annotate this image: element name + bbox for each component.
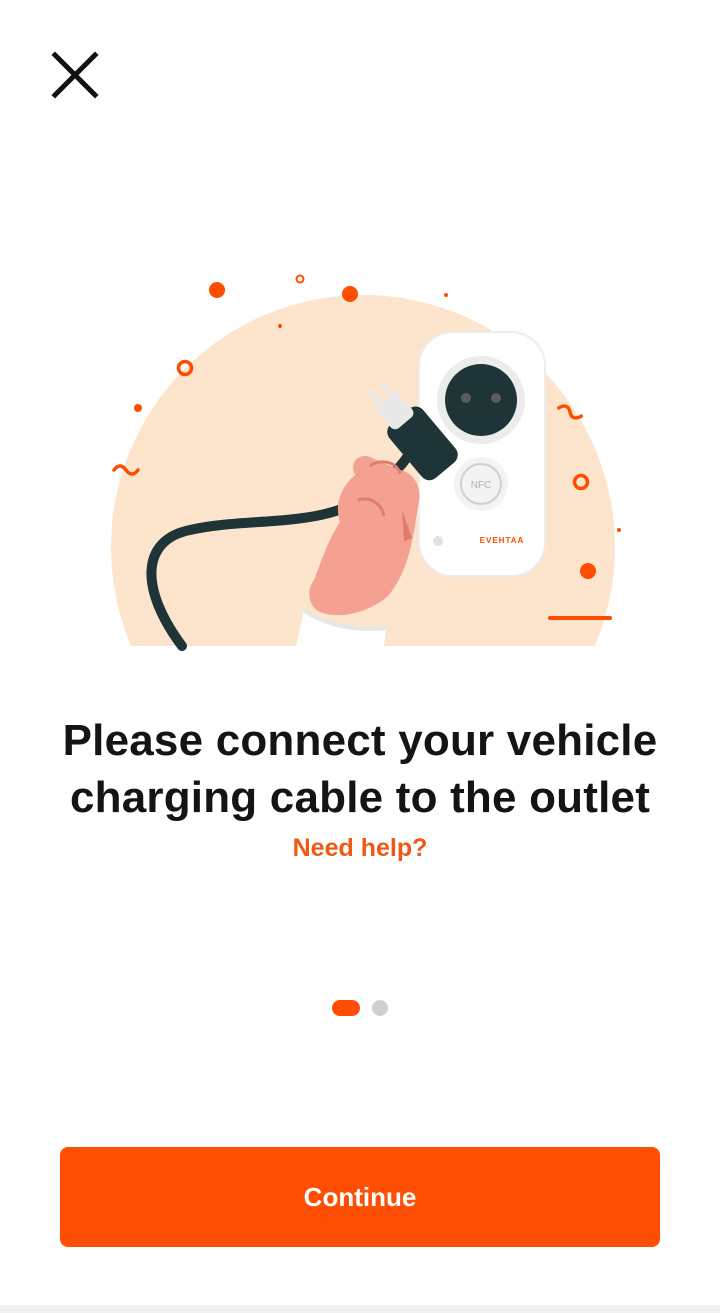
close-button[interactable] <box>40 40 110 110</box>
title-line-2: charging cable to the outlet <box>69 773 651 822</box>
need-help-link[interactable]: Need help? <box>0 834 720 863</box>
brand-label: EVEHTAA <box>480 536 525 545</box>
bottom-bar <box>0 1305 720 1313</box>
page-dot-active <box>332 1000 360 1016</box>
charger-illustration: NFC EVEHTAA <box>111 274 621 651</box>
close-icon <box>51 51 99 99</box>
page-dot-inactive <box>372 1000 388 1016</box>
page-title: Please connect your vehicle charging cab… <box>0 712 720 826</box>
nfc-label: NFC <box>471 480 492 491</box>
continue-button[interactable]: Continue <box>60 1147 660 1247</box>
page-indicator <box>0 1000 720 1016</box>
title-line-1: Please connect your vehicle <box>62 716 658 765</box>
